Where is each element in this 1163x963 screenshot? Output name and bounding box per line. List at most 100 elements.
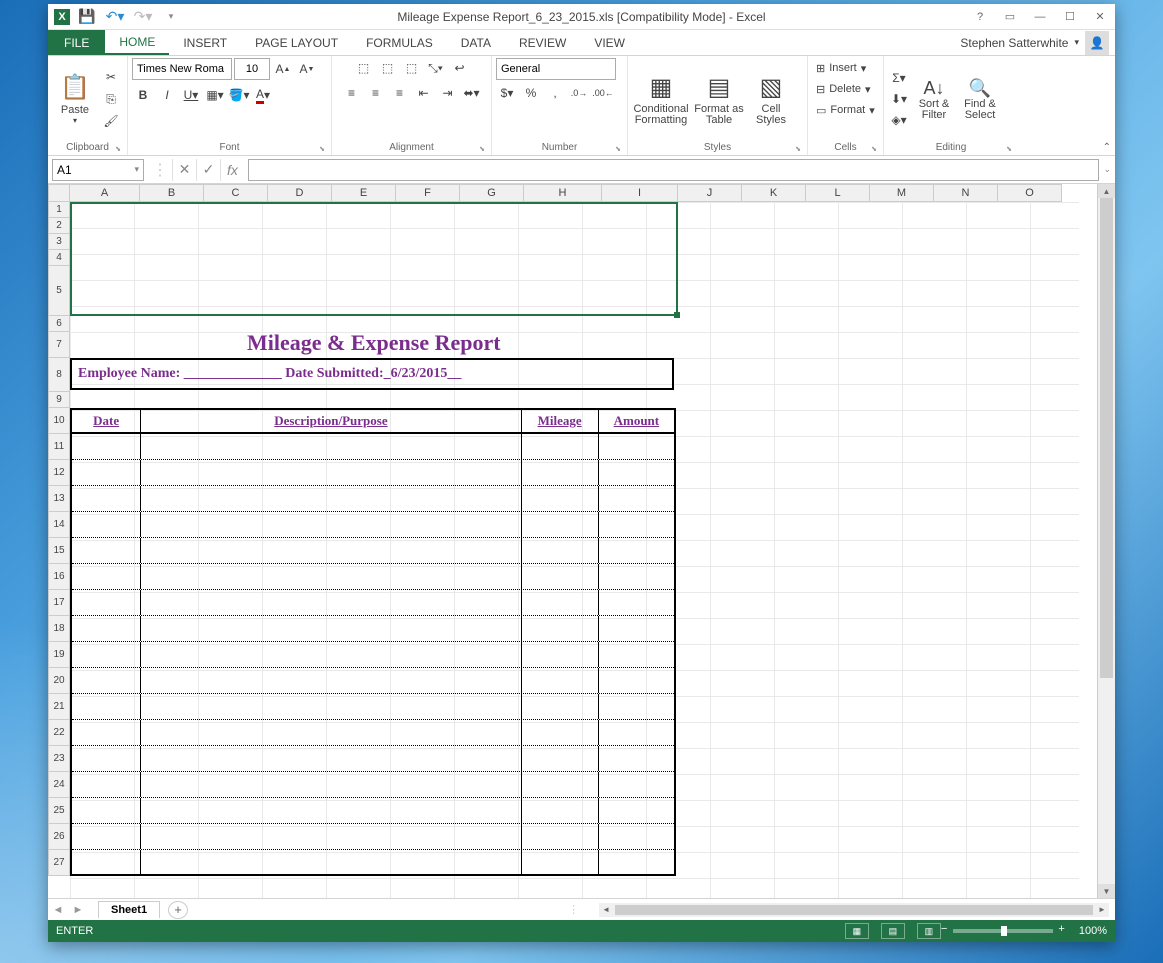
row-header[interactable]: 13 [48, 486, 70, 512]
horizontal-scrollbar[interactable] [599, 903, 1109, 917]
row-header[interactable]: 1 [48, 202, 70, 218]
page-break-view-icon[interactable]: ▥ [917, 923, 941, 939]
autosum-icon[interactable]: Σ▾ [888, 68, 910, 88]
col-header[interactable]: C [204, 184, 268, 202]
vertical-scrollbar[interactable]: ▲ ▼ [1097, 184, 1115, 898]
font-name-input[interactable] [132, 58, 232, 80]
font-size-input[interactable] [234, 58, 270, 80]
fill-icon[interactable]: ⬇▾ [888, 89, 910, 109]
row-header[interactable]: 3 [48, 234, 70, 250]
page-layout-view-icon[interactable]: ▤ [881, 923, 905, 939]
row-header[interactable]: 4 [48, 250, 70, 266]
row-header[interactable]: 26 [48, 824, 70, 850]
decrease-indent-icon[interactable]: ⇤ [413, 83, 435, 103]
qat-customize-icon[interactable]: ▾ [160, 6, 182, 28]
row-header[interactable]: 18 [48, 616, 70, 642]
format-painter-icon[interactable]: 🖌 [100, 111, 122, 131]
row-header[interactable]: 16 [48, 564, 70, 590]
vscroll-thumb[interactable] [1100, 198, 1113, 678]
col-header[interactable]: H [524, 184, 602, 202]
zoom-thumb[interactable] [1001, 926, 1007, 936]
scroll-down-icon[interactable]: ▼ [1098, 884, 1115, 898]
align-center-icon[interactable]: ≡ [365, 83, 387, 103]
col-header[interactable]: L [806, 184, 870, 202]
number-format-select[interactable] [496, 58, 616, 80]
align-top-icon[interactable]: ⬚ [353, 58, 375, 78]
increase-indent-icon[interactable]: ⇥ [437, 83, 459, 103]
cell-styles-button[interactable]: ▧ Cell Styles [748, 65, 794, 133]
enter-formula-icon[interactable]: ✓ [196, 159, 220, 181]
italic-button[interactable]: I [156, 85, 178, 105]
bold-button[interactable]: B [132, 85, 154, 105]
col-header[interactable]: M [870, 184, 934, 202]
row-header[interactable]: 2 [48, 218, 70, 234]
comma-format-icon[interactable]: , [544, 83, 566, 103]
zoom-level[interactable]: 100% [1079, 925, 1107, 937]
row-header[interactable]: 6 [48, 316, 70, 332]
col-header[interactable]: N [934, 184, 998, 202]
sort-filter-button[interactable]: A↓ Sort & Filter [912, 78, 956, 121]
align-bottom-icon[interactable]: ⬚ [401, 58, 423, 78]
orientation-icon[interactable]: ⤡▾ [425, 58, 447, 78]
row-header[interactable]: 10 [48, 408, 70, 434]
formulas-tab[interactable]: FORMULAS [352, 30, 447, 55]
col-header[interactable]: D [268, 184, 332, 202]
paste-button[interactable]: 📋 Paste ▾ [52, 65, 98, 133]
cut-icon[interactable]: ✂ [100, 67, 122, 87]
format-as-table-button[interactable]: ▤ Format as Table [692, 65, 746, 133]
cancel-formula-icon[interactable]: ✕ [172, 159, 196, 181]
font-color-icon[interactable]: A▾ [252, 85, 274, 105]
row-header[interactable]: 25 [48, 798, 70, 824]
wrap-text-icon[interactable]: ↩ [449, 58, 471, 78]
page-layout-tab[interactable]: PAGE LAYOUT [241, 30, 352, 55]
col-header[interactable]: A [70, 184, 140, 202]
col-header[interactable]: F [396, 184, 460, 202]
review-tab[interactable]: REVIEW [505, 30, 580, 55]
ribbon-display-icon[interactable]: ▭ [995, 5, 1025, 29]
col-header[interactable]: G [460, 184, 524, 202]
grow-font-icon[interactable]: A▲ [272, 59, 294, 79]
insert-function-icon[interactable]: fx [220, 159, 244, 181]
minimize-button[interactable]: — [1025, 5, 1055, 29]
row-header[interactable]: 23 [48, 746, 70, 772]
undo-icon[interactable]: ↶▾ [104, 6, 126, 28]
hscroll-thumb[interactable] [615, 905, 1093, 915]
row-header[interactable]: 17 [48, 590, 70, 616]
select-all-corner[interactable] [48, 184, 70, 202]
row-header[interactable]: 11 [48, 434, 70, 460]
row-header[interactable]: 14 [48, 512, 70, 538]
align-right-icon[interactable]: ≡ [389, 83, 411, 103]
row-header[interactable]: 15 [48, 538, 70, 564]
home-tab[interactable]: HOME [105, 30, 169, 55]
file-tab[interactable]: FILE [48, 30, 105, 55]
row-header[interactable]: 22 [48, 720, 70, 746]
insert-cells-button[interactable]: ⊞Insert▾ [812, 58, 870, 78]
increase-decimal-icon[interactable]: .0→ [568, 83, 590, 103]
accounting-format-icon[interactable]: $▾ [496, 83, 518, 103]
help-icon[interactable]: ? [965, 5, 995, 29]
col-header[interactable]: O [998, 184, 1062, 202]
col-header[interactable]: K [742, 184, 806, 202]
insert-tab[interactable]: INSERT [169, 30, 241, 55]
align-left-icon[interactable]: ≡ [341, 83, 363, 103]
data-tab[interactable]: DATA [447, 30, 505, 55]
scroll-up-icon[interactable]: ▲ [1098, 184, 1115, 198]
cells-area[interactable]: Mileage & Expense Report Employee Name: … [70, 202, 1079, 898]
col-header[interactable]: B [140, 184, 204, 202]
underline-button[interactable]: U▾ [180, 85, 202, 105]
sheet-nav-next-icon[interactable]: ► [68, 904, 88, 916]
sheet-nav-prev-icon[interactable]: ◄ [48, 904, 68, 916]
percent-format-icon[interactable]: % [520, 83, 542, 103]
user-name[interactable]: Stephen Satterwhite [960, 36, 1068, 50]
row-header[interactable]: 20 [48, 668, 70, 694]
row-header[interactable]: 27 [48, 850, 70, 876]
borders-icon[interactable]: ▦▾ [204, 85, 226, 105]
row-header[interactable]: 9 [48, 392, 70, 408]
close-button[interactable]: ✕ [1085, 5, 1115, 29]
expand-formula-bar-icon[interactable]: ⌄ [1103, 164, 1111, 175]
row-header[interactable]: 24 [48, 772, 70, 798]
sheet-tab-sheet1[interactable]: Sheet1 [98, 901, 160, 918]
row-header[interactable]: 7 [48, 332, 70, 358]
view-tab[interactable]: VIEW [580, 30, 639, 55]
decrease-decimal-icon[interactable]: .00← [592, 83, 614, 103]
